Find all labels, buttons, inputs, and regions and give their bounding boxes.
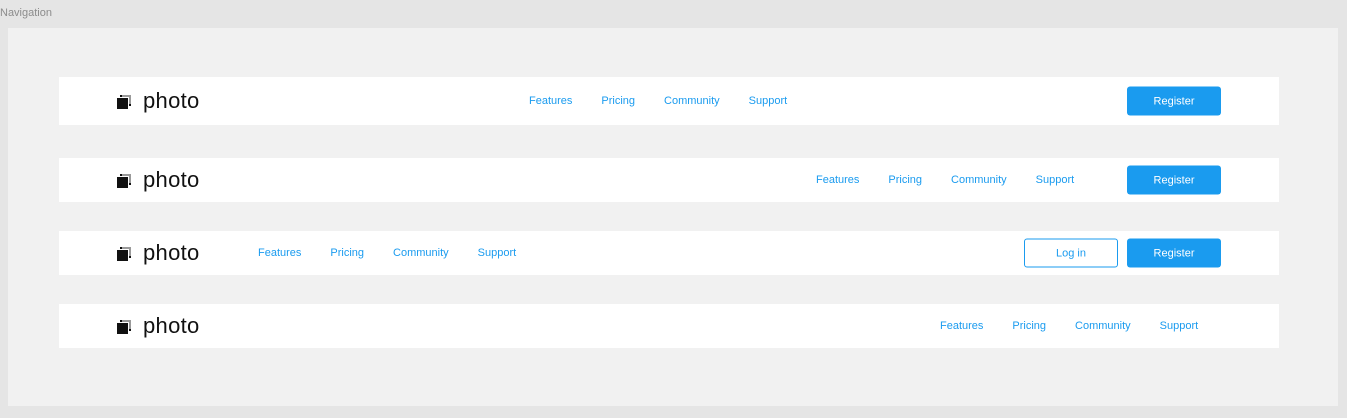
logo-text: photo: [143, 88, 200, 113]
nav-link-community[interactable]: Community: [951, 174, 1007, 186]
nav-link-support[interactable]: Support: [1036, 174, 1075, 186]
navigation-frame: photo Features Pricing Community Support…: [8, 28, 1338, 406]
logo-icon: [117, 319, 131, 334]
logo-icon: [117, 173, 131, 188]
logo-text: photo: [143, 240, 200, 265]
nav-links: Features Pricing Community Support: [940, 320, 1198, 332]
logo-text: photo: [143, 313, 200, 338]
nav-link-features[interactable]: Features: [816, 174, 859, 186]
logo-text: photo: [143, 167, 200, 192]
logo[interactable]: photo: [117, 169, 200, 191]
logo-icon: [117, 246, 131, 261]
nav-link-community[interactable]: Community: [393, 247, 449, 259]
register-button[interactable]: Register: [1127, 86, 1221, 116]
register-button[interactable]: Register: [1127, 238, 1221, 268]
frame-label: Navigation: [0, 7, 52, 19]
nav-link-support[interactable]: Support: [478, 247, 517, 259]
nav-link-community[interactable]: Community: [664, 95, 720, 107]
nav-link-community[interactable]: Community: [1075, 320, 1131, 332]
navbar-right-links: photo Features Pricing Community Support…: [59, 158, 1279, 202]
login-button[interactable]: Log in: [1024, 238, 1118, 268]
nav-link-pricing[interactable]: Pricing: [1012, 320, 1046, 332]
logo[interactable]: photo: [117, 242, 200, 264]
navbar-links-only: photo Features Pricing Community Support: [59, 304, 1279, 348]
nav-links: Features Pricing Community Support: [258, 247, 516, 259]
nav-link-pricing[interactable]: Pricing: [888, 174, 922, 186]
logo[interactable]: photo: [117, 90, 200, 112]
nav-link-features[interactable]: Features: [529, 95, 572, 107]
register-button[interactable]: Register: [1127, 165, 1221, 195]
navbar-centered-links: photo Features Pricing Community Support…: [59, 77, 1279, 125]
navbar-left-links-login: photo Features Pricing Community Support…: [59, 231, 1279, 275]
logo-icon: [117, 94, 131, 109]
nav-link-features[interactable]: Features: [940, 320, 983, 332]
nav-link-support[interactable]: Support: [749, 95, 788, 107]
nav-link-features[interactable]: Features: [258, 247, 301, 259]
nav-link-pricing[interactable]: Pricing: [330, 247, 364, 259]
logo[interactable]: photo: [117, 315, 200, 337]
nav-link-support[interactable]: Support: [1160, 320, 1199, 332]
nav-links: Features Pricing Community Support: [816, 174, 1074, 186]
nav-links: Features Pricing Community Support: [529, 95, 787, 107]
nav-link-pricing[interactable]: Pricing: [601, 95, 635, 107]
